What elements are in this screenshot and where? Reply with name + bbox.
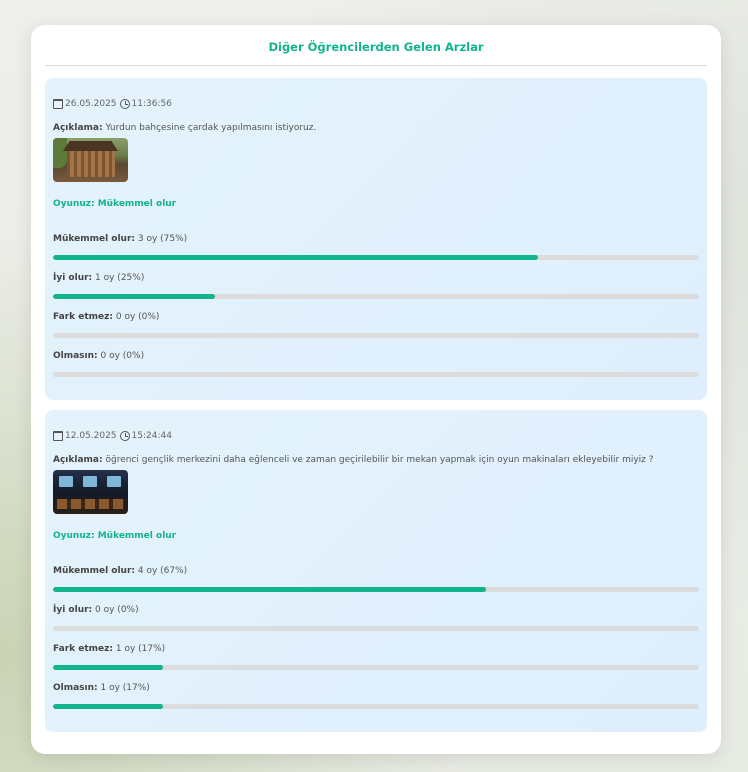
option-label: Mükemmel olur: bbox=[53, 234, 136, 244]
option-count: 1 oy (17%) bbox=[100, 683, 150, 693]
request-description: Açıklama: öğrenci gençlik merkezini daha… bbox=[53, 454, 699, 466]
option-count: 1 oy (25%) bbox=[95, 273, 145, 283]
your-vote-value: Mükemmel olur bbox=[97, 531, 177, 541]
option-count: 0 oy (0%) bbox=[95, 605, 139, 615]
request-card: 26.05.2025 11:36:56 Açıklama: Yurdun bah… bbox=[45, 78, 707, 400]
request-date: 12.05.2025 bbox=[65, 431, 117, 441]
requests-modal: Diğer Öğrencilerden Gelen Arzlar 26.05.2… bbox=[31, 25, 721, 754]
progress-bar bbox=[53, 626, 699, 631]
progress-bar bbox=[53, 704, 699, 709]
vote-option: Fark etmez: 1 oy (17%) bbox=[53, 643, 699, 682]
option-count: 1 oy (17%) bbox=[115, 644, 166, 654]
vote-option: İyi olur: 0 oy (0%) bbox=[53, 604, 699, 643]
vote-option: İyi olur: 1 oy (25%) bbox=[53, 272, 699, 311]
option-label: Fark etmez: bbox=[53, 644, 113, 654]
vote-option: Olmasın: 0 oy (0%) bbox=[53, 350, 699, 389]
clock-icon bbox=[119, 431, 130, 441]
progress-bar bbox=[53, 665, 699, 670]
request-description: Açıklama: Yurdun bahçesine çardak yapılm… bbox=[53, 122, 699, 134]
option-count: 4 oy (67%) bbox=[137, 566, 188, 576]
request-date: 26.05.2025 bbox=[65, 98, 117, 109]
your-vote-value: Mükemmel olur bbox=[97, 199, 177, 209]
description-label: Açıklama: bbox=[53, 455, 103, 465]
your-vote: Oyunuz: Mükemmel olur bbox=[53, 531, 699, 543]
description-text: öğrenci gençlik merkezini daha eğlenceli… bbox=[105, 455, 654, 465]
request-time: 15:24:44 bbox=[131, 431, 172, 441]
request-meta: 26.05.2025 11:36:56 bbox=[53, 78, 699, 110]
progress-fill bbox=[53, 255, 538, 260]
option-label: Olmasın: bbox=[53, 351, 98, 361]
request-list: 26.05.2025 11:36:56 Açıklama: Yurdun bah… bbox=[45, 66, 707, 732]
vote-option: Olmasın: 1 oy (17%) bbox=[53, 682, 699, 721]
request-image[interactable] bbox=[53, 470, 128, 514]
progress-fill bbox=[53, 665, 163, 670]
progress-fill bbox=[53, 294, 215, 299]
request-meta: 12.05.2025 15:24:44 bbox=[53, 410, 699, 442]
modal-title: Diğer Öğrencilerden Gelen Arzlar bbox=[45, 25, 707, 66]
description-label: Açıklama: bbox=[53, 123, 103, 133]
option-label: Fark etmez: bbox=[53, 312, 113, 322]
option-count: 0 oy (0%) bbox=[100, 351, 145, 361]
vote-option: Fark etmez: 0 oy (0%) bbox=[53, 311, 699, 350]
progress-bar bbox=[53, 294, 699, 299]
option-count: 0 oy (0%) bbox=[115, 312, 160, 322]
progress-bar bbox=[53, 255, 699, 260]
calendar-icon bbox=[53, 98, 63, 109]
option-label: İyi olur: bbox=[53, 273, 93, 283]
vote-results: Mükemmel olur: 4 oy (67%) İyi olur: 0 oy… bbox=[53, 565, 699, 721]
your-vote: Oyunuz: Mükemmel olur bbox=[53, 199, 699, 211]
progress-bar bbox=[53, 372, 699, 377]
progress-bar bbox=[53, 587, 699, 592]
calendar-icon bbox=[53, 431, 63, 441]
vote-option: Mükemmel olur: 3 oy (75%) bbox=[53, 233, 699, 272]
option-label: İyi olur: bbox=[53, 605, 93, 615]
request-time: 11:36:56 bbox=[131, 98, 172, 109]
description-text: Yurdun bahçesine çardak yapılmasını isti… bbox=[105, 123, 317, 133]
progress-fill bbox=[53, 587, 486, 592]
clock-icon bbox=[119, 98, 130, 109]
your-vote-label: Oyunuz: bbox=[53, 531, 95, 541]
option-label: Mükemmel olur: bbox=[53, 566, 136, 576]
option-count: 3 oy (75%) bbox=[137, 234, 188, 244]
request-card: 12.05.2025 15:24:44 Açıklama: öğrenci ge… bbox=[45, 410, 707, 732]
request-image[interactable] bbox=[53, 138, 128, 182]
vote-results: Mükemmel olur: 3 oy (75%) İyi olur: 1 oy… bbox=[53, 233, 699, 389]
option-label: Olmasın: bbox=[53, 683, 98, 693]
progress-fill bbox=[53, 704, 163, 709]
your-vote-label: Oyunuz: bbox=[53, 199, 95, 209]
vote-option: Mükemmel olur: 4 oy (67%) bbox=[53, 565, 699, 604]
progress-bar bbox=[53, 333, 699, 338]
